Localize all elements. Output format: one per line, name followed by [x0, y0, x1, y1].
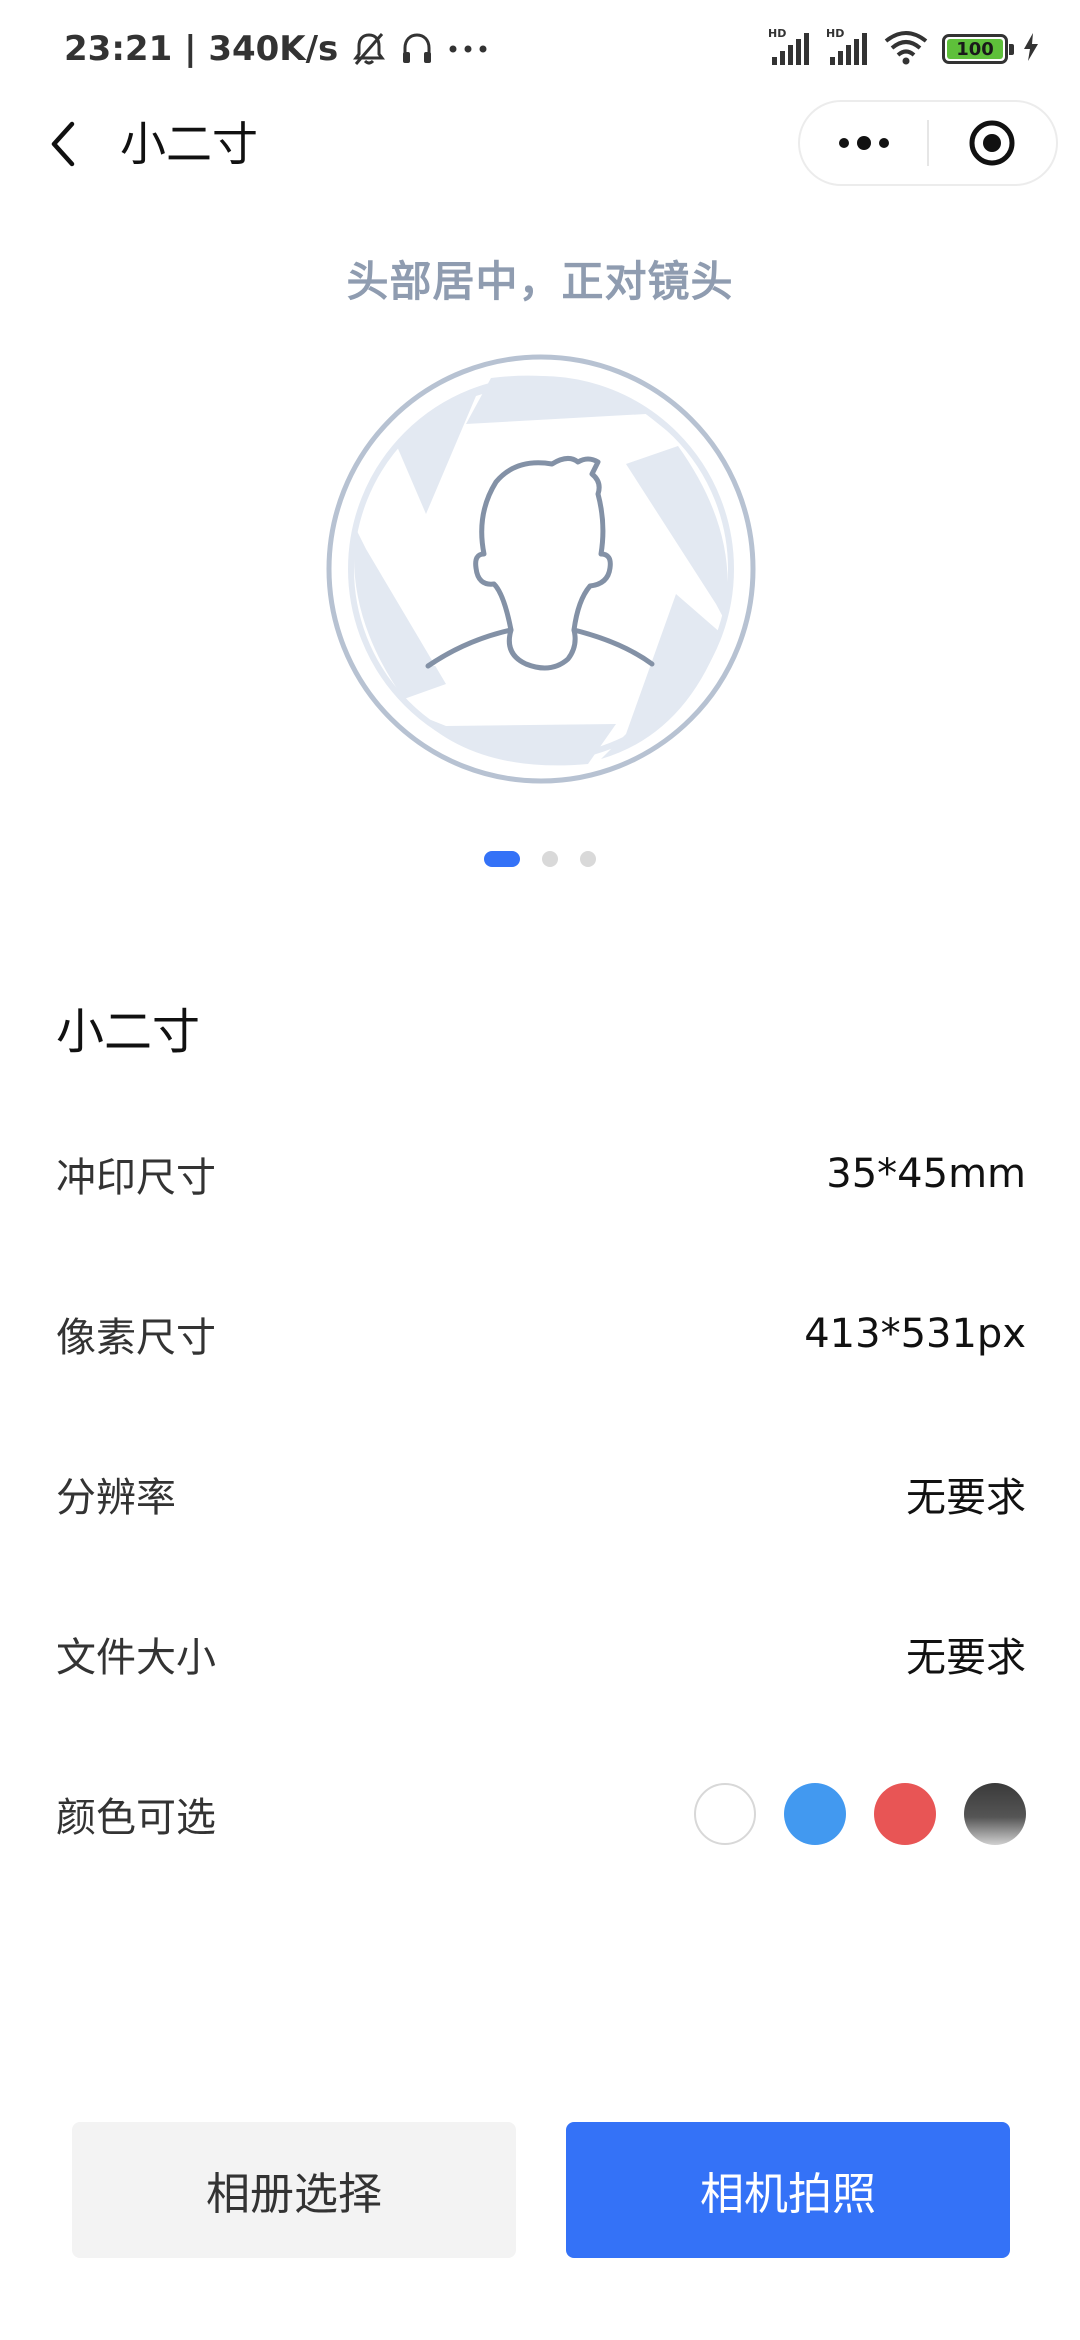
spec-value: 无要求	[906, 1635, 1026, 1681]
carousel-dot[interactable]	[580, 851, 596, 867]
spec-label: 分辨率	[56, 1475, 176, 1521]
spec-value: 无要求	[906, 1475, 1026, 1521]
color-swatches	[666, 1783, 1026, 1845]
color-swatch-red[interactable]	[874, 1783, 936, 1845]
camera-capture-button[interactable]: 相机拍照	[566, 2122, 1010, 2258]
signal-icon-2: HD	[826, 27, 870, 71]
spec-label: 像素尺寸	[56, 1315, 216, 1361]
carousel-dot[interactable]	[542, 851, 558, 867]
spec-title: 小二寸	[56, 1004, 201, 1060]
album-select-button[interactable]: 相册选择	[72, 2122, 516, 2258]
more-notifications-icon	[448, 44, 488, 54]
portrait-placeholder-icon	[326, 354, 756, 784]
spec-row-colors: 颜色可选	[56, 1774, 1026, 1854]
status-right: HD HD 100	[754, 26, 1040, 72]
hd-badge-2: HD	[826, 27, 844, 40]
miniprogram-capsule	[798, 100, 1058, 186]
status-bar: 23:21 | 340K/s HD HD 100	[0, 0, 1080, 96]
nav-bar: 小二寸	[0, 96, 1080, 192]
carousel-indicator	[484, 850, 618, 868]
bell-muted-icon	[352, 31, 386, 67]
signal-icon-1: HD	[768, 27, 812, 71]
page: 23:21 | 340K/s HD HD 100 小二寸 头部居中，正对镜头 小…	[0, 0, 1080, 2340]
charging-icon	[1022, 32, 1040, 66]
wifi-icon	[884, 29, 928, 69]
more-menu-button[interactable]	[800, 102, 927, 184]
target-circle-icon	[969, 120, 1015, 166]
color-swatch-blue[interactable]	[784, 1783, 846, 1845]
hd-badge-1: HD	[768, 27, 786, 40]
status-left: 23:21 | 340K/s	[64, 24, 488, 74]
page-title: 小二寸	[120, 117, 258, 171]
color-swatch-white[interactable]	[694, 1783, 756, 1845]
spec-label: 文件大小	[56, 1635, 216, 1681]
spec-value: 413*531px	[804, 1311, 1026, 1357]
color-swatch-gradient[interactable]	[964, 1783, 1026, 1845]
spec-row-print-size: 冲印尺寸 35*45mm	[56, 1134, 1026, 1214]
back-arrow-icon[interactable]	[38, 116, 94, 172]
spec-row-pixel-size: 像素尺寸 413*531px	[56, 1294, 1026, 1374]
spec-label: 颜色可选	[56, 1795, 216, 1841]
carousel-dot-active[interactable]	[484, 851, 520, 867]
status-time-speed: 23:21 | 340K/s	[64, 29, 339, 69]
battery-level: 100	[947, 39, 1003, 60]
battery-icon: 100	[942, 34, 1014, 64]
spec-value: 35*45mm	[826, 1151, 1026, 1197]
close-miniprogram-button[interactable]	[929, 102, 1056, 184]
spec-label: 冲印尺寸	[56, 1155, 216, 1201]
pose-hint: 头部居中，正对镜头	[346, 257, 734, 306]
headphones-icon	[400, 31, 434, 67]
spec-row-resolution: 分辨率 无要求	[56, 1454, 1026, 1534]
more-dots-icon	[838, 136, 889, 150]
spec-row-file-size: 文件大小 无要求	[56, 1614, 1026, 1694]
